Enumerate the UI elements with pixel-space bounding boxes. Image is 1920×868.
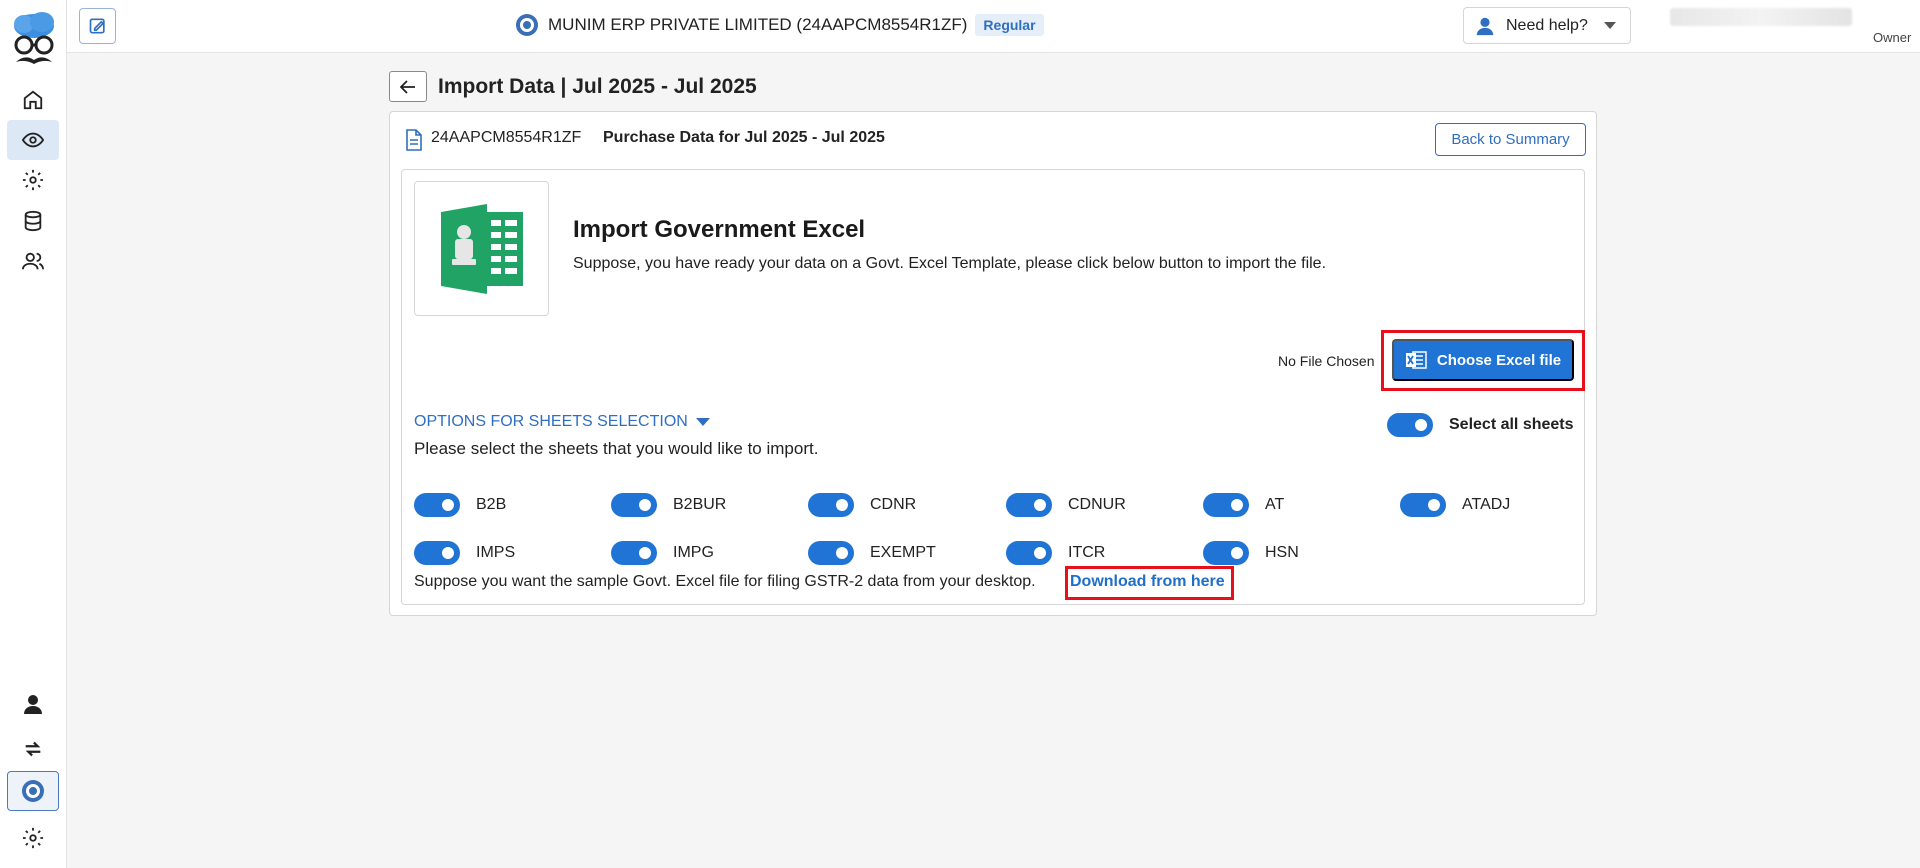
back-button[interactable]: [389, 71, 427, 102]
govt-excel-thumbnail: [414, 181, 549, 316]
munim-logo[interactable]: [10, 12, 58, 68]
support-agent-icon: [24, 695, 42, 714]
sheet-label: IMPG: [673, 544, 714, 561]
sheet-option-cdnur[interactable]: CDNUR: [1006, 493, 1126, 517]
sheet-toggle[interactable]: [1203, 493, 1249, 517]
gst-logo-icon: [22, 780, 44, 802]
sheet-label: B2BUR: [673, 496, 727, 513]
page-title: Import Data | Jul 2025 - Jul 2025: [438, 75, 757, 98]
sheet-option-impg[interactable]: IMPG: [611, 541, 714, 565]
sheet-option-atadj[interactable]: ATADJ: [1400, 493, 1510, 517]
sidebar-item-view[interactable]: [7, 120, 59, 160]
database-icon: [24, 210, 42, 232]
sheet-label: CDNUR: [1068, 496, 1126, 513]
select-all-sheets[interactable]: Select all sheets: [1387, 413, 1574, 437]
sidebar-item-support[interactable]: [7, 684, 59, 724]
sheet-label: ITCR: [1068, 544, 1106, 561]
sheet-option-cdnr[interactable]: CDNR: [808, 493, 916, 517]
edit-note-icon: [89, 18, 105, 34]
sheet-toggle[interactable]: [611, 541, 657, 565]
import-description: Suppose, you have ready your data on a G…: [573, 255, 1327, 272]
import-title: Import Government Excel: [573, 216, 866, 243]
sheet-toggle[interactable]: [1400, 493, 1446, 517]
sheet-toggle[interactable]: [808, 493, 854, 517]
sheet-option-imps[interactable]: IMPS: [414, 541, 515, 565]
need-help-label: Need help?: [1506, 16, 1588, 34]
sidebar-item-users[interactable]: [7, 241, 59, 281]
sidebar-item-home[interactable]: [7, 80, 59, 120]
sheet-label: EXEMPT: [870, 544, 936, 561]
company-name: MUNIM ERP PRIVATE LIMITED (24AAPCM8554R1…: [548, 15, 968, 34]
sheet-label: HSN: [1265, 544, 1299, 561]
sheet-label: B2B: [476, 496, 507, 513]
sidebar: [0, 0, 67, 868]
gstin-label: 24AAPCM8554R1ZF: [431, 129, 582, 146]
sheet-option-b2b[interactable]: B2B: [414, 493, 506, 517]
document-icon: [406, 129, 422, 151]
caret-down-icon: [695, 418, 710, 426]
sheet-label: AT: [1265, 496, 1285, 513]
sheet-toggle[interactable]: [611, 493, 657, 517]
sheet-options-toggle[interactable]: OPTIONS FOR SHEETS SELECTION: [414, 413, 710, 431]
choose-excel-file-button[interactable]: Choose Excel file: [1392, 339, 1574, 381]
sheet-instruction: Please select the sheets that you would …: [414, 439, 819, 458]
sample-file-text: Suppose you want the sample Govt. Excel …: [414, 573, 1036, 590]
choose-excel-file-label: Choose Excel file: [1436, 351, 1562, 369]
sync-icon: [25, 741, 41, 757]
sheet-option-hsn[interactable]: HSN: [1203, 541, 1299, 565]
user-name-redacted: [1670, 8, 1852, 26]
sheet-toggle[interactable]: [808, 541, 854, 565]
file-status: No File Chosen: [1278, 353, 1375, 369]
sheet-label: ATADJ: [1462, 496, 1511, 513]
eye-icon: [22, 132, 44, 148]
chevron-down-icon: [1603, 22, 1616, 29]
sheet-option-at[interactable]: AT: [1203, 493, 1284, 517]
sheet-option-itcr[interactable]: ITCR: [1006, 541, 1105, 565]
top-bar: MUNIM ERP PRIVATE LIMITED (24AAPCM8554R1…: [67, 0, 1920, 53]
gear-icon: [22, 827, 44, 849]
sheet-label: IMPS: [476, 544, 516, 561]
user-role: Owner: [1873, 30, 1912, 45]
purchase-period-label: Purchase Data for Jul 2025 - Jul 2025: [603, 129, 885, 146]
import-card: 24AAPCM8554R1ZF Purchase Data for Jul 20…: [389, 111, 1597, 616]
sheet-toggle[interactable]: [1006, 493, 1052, 517]
users-icon: [22, 252, 44, 270]
sidebar-item-sync[interactable]: [7, 729, 59, 769]
sidebar-item-settings[interactable]: [7, 160, 59, 200]
quick-entry-button[interactable]: [79, 8, 116, 44]
sheet-option-exempt[interactable]: EXEMPT: [808, 541, 936, 565]
gst-logo-icon: [516, 14, 538, 36]
excel-file-icon: [1405, 351, 1427, 369]
sidebar-item-preferences[interactable]: [7, 818, 59, 858]
select-all-label: Select all sheets: [1449, 416, 1574, 433]
sidebar-item-gst[interactable]: [7, 771, 59, 811]
sheet-toggle[interactable]: [1006, 541, 1052, 565]
sheet-label: CDNR: [870, 496, 917, 513]
sheet-option-b2bur[interactable]: B2BUR: [611, 493, 726, 517]
sidebar-item-database[interactable]: [7, 201, 59, 241]
home-icon: [23, 90, 43, 110]
sheet-toggle[interactable]: [414, 493, 460, 517]
need-help-dropdown[interactable]: Need help?: [1463, 7, 1631, 44]
sheet-toggle[interactable]: [1203, 541, 1249, 565]
select-all-toggle[interactable]: [1387, 413, 1433, 437]
arrow-left-icon: [400, 79, 415, 94]
support-agent-icon: [1476, 17, 1494, 35]
govt-excel-icon: [440, 203, 523, 294]
import-government-excel-panel: Import Government Excel Suppose, you hav…: [401, 169, 1585, 605]
registration-type-badge: Regular: [975, 14, 1044, 36]
sheet-toggle[interactable]: [414, 541, 460, 565]
download-sample-link[interactable]: Download from here: [1070, 573, 1225, 591]
back-to-summary-button[interactable]: Back to Summary: [1435, 123, 1586, 156]
company-selector[interactable]: MUNIM ERP PRIVATE LIMITED (24AAPCM8554R1…: [514, 12, 1044, 38]
gear-icon: [22, 169, 44, 191]
sheet-options-label: OPTIONS FOR SHEETS SELECTION: [414, 413, 688, 430]
